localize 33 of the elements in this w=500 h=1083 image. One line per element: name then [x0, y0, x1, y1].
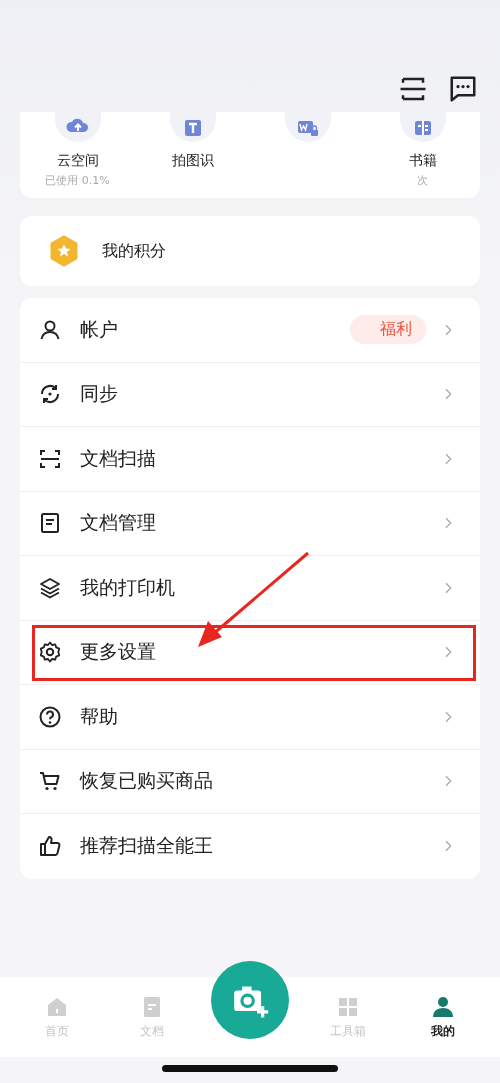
menu-item[interactable]: 同步	[20, 362, 480, 427]
shortcut-label[interactable]: 拍图识	[171, 152, 214, 170]
person-icon	[430, 994, 455, 1019]
menu-label: 更多设置	[80, 639, 157, 665]
menu-label: 推荐扫描全能王	[80, 833, 214, 859]
thumbs-up-icon	[38, 834, 62, 859]
menu-item[interactable]: 更多设置	[20, 620, 480, 685]
shortcut-label[interactable]: 云空间	[56, 152, 99, 170]
menu-item[interactable]: 帮助	[20, 685, 480, 750]
menu-label: 帮助	[80, 703, 119, 729]
menu-item[interactable]: 文档扫描	[20, 427, 480, 492]
menu-label: 恢复已购买商品	[80, 768, 214, 794]
document-icon	[38, 511, 62, 536]
menu-item[interactable]: 我的打印机	[20, 556, 480, 621]
help-icon	[38, 704, 62, 729]
settings-icon	[38, 640, 62, 665]
message-icon[interactable]	[448, 74, 478, 104]
menu-label: 文档扫描	[80, 445, 157, 471]
menu-label: 文档管理	[80, 510, 157, 536]
menu-label: 帐户	[80, 316, 119, 342]
usage-text: 次	[417, 173, 428, 188]
layers-icon	[38, 575, 62, 600]
nav-tab[interactable]: 我的	[407, 994, 478, 1040]
menu-item[interactable]: 推荐扫描全能王	[20, 814, 480, 879]
usage-text: 已使用 0.1%	[45, 173, 110, 188]
points-card[interactable]: 我的积分	[20, 216, 480, 286]
shortcut-label[interactable]: 书籍	[408, 152, 437, 170]
points-label: 我的积分	[102, 240, 166, 262]
menu-item[interactable]: 恢复已购买商品	[20, 749, 480, 814]
menu-label: 我的打印机	[80, 574, 176, 600]
menu-item[interactable]: 文档管理	[20, 491, 480, 556]
menu-item[interactable]: 帐户 福利	[20, 298, 480, 363]
menu-label: 同步	[80, 381, 119, 407]
